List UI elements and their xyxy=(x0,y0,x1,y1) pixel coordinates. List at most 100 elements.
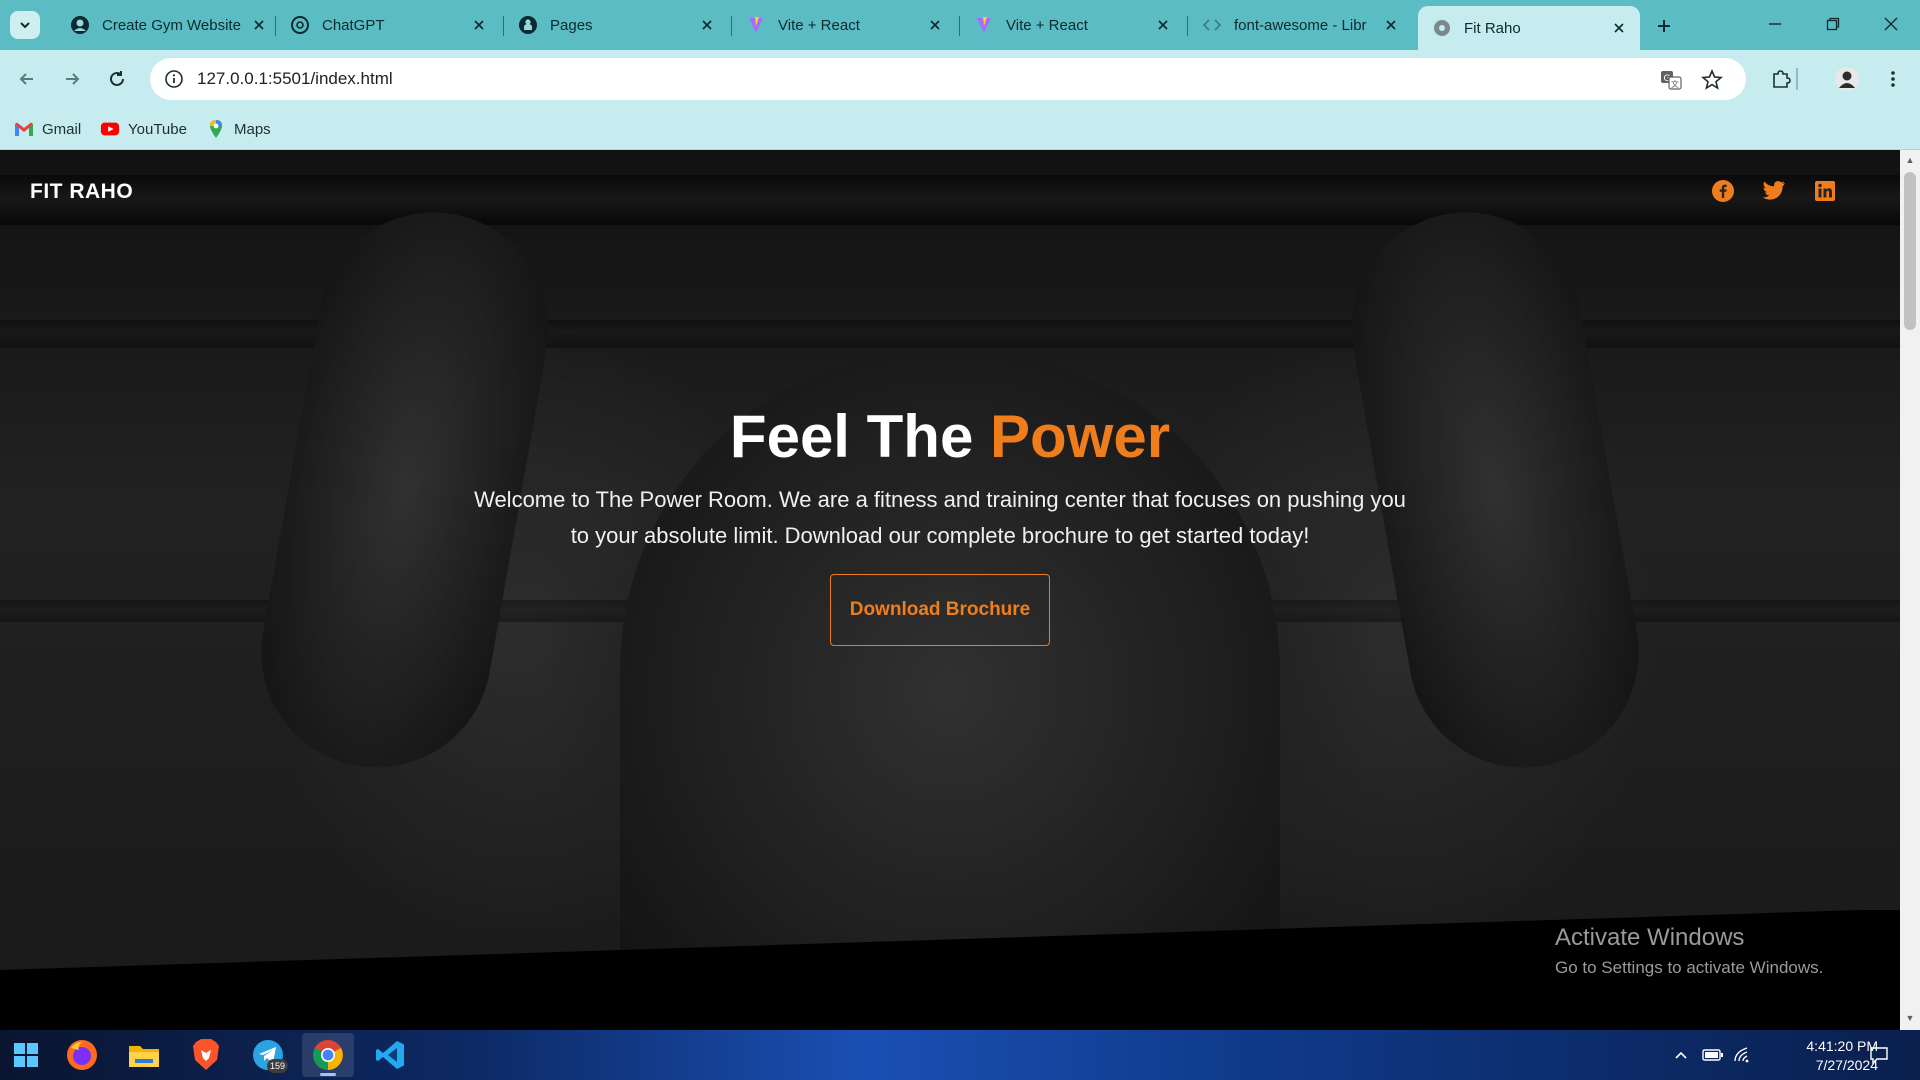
tab-fit-raho[interactable]: Fit Raho xyxy=(1418,6,1640,50)
start-button[interactable] xyxy=(0,1033,52,1077)
close-icon[interactable] xyxy=(1382,16,1400,34)
close-icon[interactable] xyxy=(470,16,488,34)
taskbar-firefox[interactable] xyxy=(56,1033,108,1077)
tab-pages[interactable]: Pages xyxy=(504,8,728,42)
tray-overflow-icon[interactable] xyxy=(1670,1044,1692,1066)
forward-button[interactable] xyxy=(55,62,89,96)
browser-menu-button[interactable] xyxy=(1876,62,1910,96)
minimize-button[interactable] xyxy=(1746,0,1804,48)
scrollbar-thumb[interactable] xyxy=(1904,172,1916,330)
restore-button[interactable] xyxy=(1804,0,1862,48)
bookmark-maps[interactable]: Maps xyxy=(206,118,271,140)
globe-user-icon xyxy=(70,15,90,35)
tab-title: Fit Raho xyxy=(1464,19,1521,37)
close-icon[interactable] xyxy=(1610,19,1628,37)
chevron-down-icon xyxy=(20,22,30,29)
reload-button[interactable] xyxy=(100,62,134,96)
code-icon xyxy=(1202,15,1222,35)
tab-search-button[interactable] xyxy=(10,11,40,39)
address-bar[interactable]: 127.0.0.1:5501/index.html G文 xyxy=(150,58,1746,100)
brave-icon xyxy=(193,1039,219,1070)
windows-start-icon xyxy=(14,1043,38,1067)
scroll-up-icon[interactable]: ▲ xyxy=(1904,154,1916,166)
activation-subtitle: Go to Settings to activate Windows. xyxy=(1555,958,1824,977)
taskbar-brave[interactable] xyxy=(180,1033,232,1077)
linkedin-link[interactable] xyxy=(1812,178,1838,204)
arrow-right-icon xyxy=(66,73,80,85)
close-icon[interactable] xyxy=(926,16,944,34)
maps-icon xyxy=(206,120,226,138)
translate-icon[interactable]: G文 xyxy=(1658,67,1684,93)
file-explorer-icon xyxy=(129,1046,159,1067)
tab-title: Vite + React xyxy=(778,16,860,34)
windows-taskbar: 159 4:41:20 PM 7/27/2024 xyxy=(0,1030,1920,1080)
github-icon xyxy=(518,15,538,35)
facebook-link[interactable] xyxy=(1710,178,1736,204)
tab-font-awesome[interactable]: font-awesome - Libr xyxy=(1188,8,1412,42)
vite-icon xyxy=(746,15,766,35)
site-info-icon[interactable] xyxy=(162,67,186,91)
linkedin-icon xyxy=(1815,181,1835,201)
tab-title: Vite + React xyxy=(1006,16,1088,34)
tab-vite-react-2[interactable]: Vite + React xyxy=(960,8,1184,42)
tab-title: ChatGPT xyxy=(322,16,385,34)
site-logo[interactable]: FIT RAHO xyxy=(30,180,133,204)
activation-title: Activate Windows xyxy=(1555,924,1745,951)
active-app-indicator xyxy=(320,1073,336,1076)
chatgpt-icon xyxy=(290,15,310,35)
tab-chatgpt[interactable]: ChatGPT xyxy=(276,8,500,42)
vite-icon xyxy=(974,15,994,35)
bookmark-star-icon[interactable] xyxy=(1699,67,1725,93)
profile-avatar[interactable] xyxy=(1830,62,1864,96)
chrome-icon xyxy=(313,1040,343,1070)
windows-activation-watermark: Activate Windows Go to Settings to activ… xyxy=(1555,924,1823,978)
bookmark-youtube[interactable]: YouTube xyxy=(100,118,187,140)
facebook-icon xyxy=(1712,180,1734,202)
plus-icon xyxy=(1658,20,1670,32)
bookmarks-bar: Gmail YouTube Maps xyxy=(0,108,1920,150)
bookmark-label: Maps xyxy=(234,120,271,138)
bookmark-gmail[interactable]: Gmail xyxy=(14,118,81,140)
notifications-icon[interactable] xyxy=(1868,1044,1890,1066)
page-viewport: FIT RAHO Feel The Power Welcome to The P… xyxy=(0,150,1900,1030)
system-clock[interactable]: 4:41:20 PM 7/27/2024 xyxy=(1758,1037,1878,1075)
page-scrollbar[interactable]: ▲ ▼ xyxy=(1900,150,1920,1030)
twitter-link[interactable] xyxy=(1761,178,1787,204)
close-icon[interactable] xyxy=(698,16,716,34)
browser-toolbar: 127.0.0.1:5501/index.html G文 xyxy=(0,50,1920,108)
close-icon[interactable] xyxy=(1154,16,1172,34)
globe-icon xyxy=(1432,18,1452,38)
avatar-icon xyxy=(1835,67,1859,91)
restore-icon xyxy=(1826,17,1840,31)
clock-time: 4:41:20 PM xyxy=(1806,1038,1878,1054)
arrow-left-icon xyxy=(19,73,33,85)
taskbar-chrome[interactable] xyxy=(302,1033,354,1077)
close-window-button[interactable] xyxy=(1862,0,1920,48)
tab-create-gym-website[interactable]: Create Gym Website xyxy=(56,8,280,42)
tab-vite-react-1[interactable]: Vite + React xyxy=(732,8,956,42)
url-text[interactable]: 127.0.0.1:5501/index.html xyxy=(197,69,393,89)
download-brochure-button[interactable]: Download Brochure xyxy=(830,574,1050,646)
kebab-menu-icon xyxy=(1891,71,1895,87)
hero-title: Feel The Power xyxy=(0,402,1900,471)
taskbar-telegram[interactable]: 159 xyxy=(242,1033,294,1077)
svg-text:文: 文 xyxy=(1671,79,1679,89)
extensions-button[interactable] xyxy=(1764,62,1798,96)
scroll-down-icon[interactable]: ▼ xyxy=(1904,1012,1916,1024)
taskbar-file-explorer[interactable] xyxy=(118,1033,170,1077)
new-tab-button[interactable] xyxy=(1650,12,1678,40)
minimize-icon xyxy=(1769,23,1781,25)
gmail-icon xyxy=(14,120,34,138)
hero-title-main: Feel The xyxy=(729,403,974,470)
taskbar-vscode[interactable] xyxy=(364,1033,416,1077)
tab-title: Create Gym Website xyxy=(102,16,241,34)
reload-icon xyxy=(110,71,124,86)
back-button[interactable] xyxy=(10,62,44,96)
bookmark-label: Gmail xyxy=(42,120,82,138)
bookmark-label: YouTube xyxy=(128,120,187,138)
battery-icon[interactable] xyxy=(1702,1044,1724,1066)
close-icon[interactable] xyxy=(250,16,268,34)
wifi-icon[interactable] xyxy=(1732,1044,1754,1066)
close-icon xyxy=(1884,17,1898,31)
notification-badge: 159 xyxy=(266,1059,288,1073)
